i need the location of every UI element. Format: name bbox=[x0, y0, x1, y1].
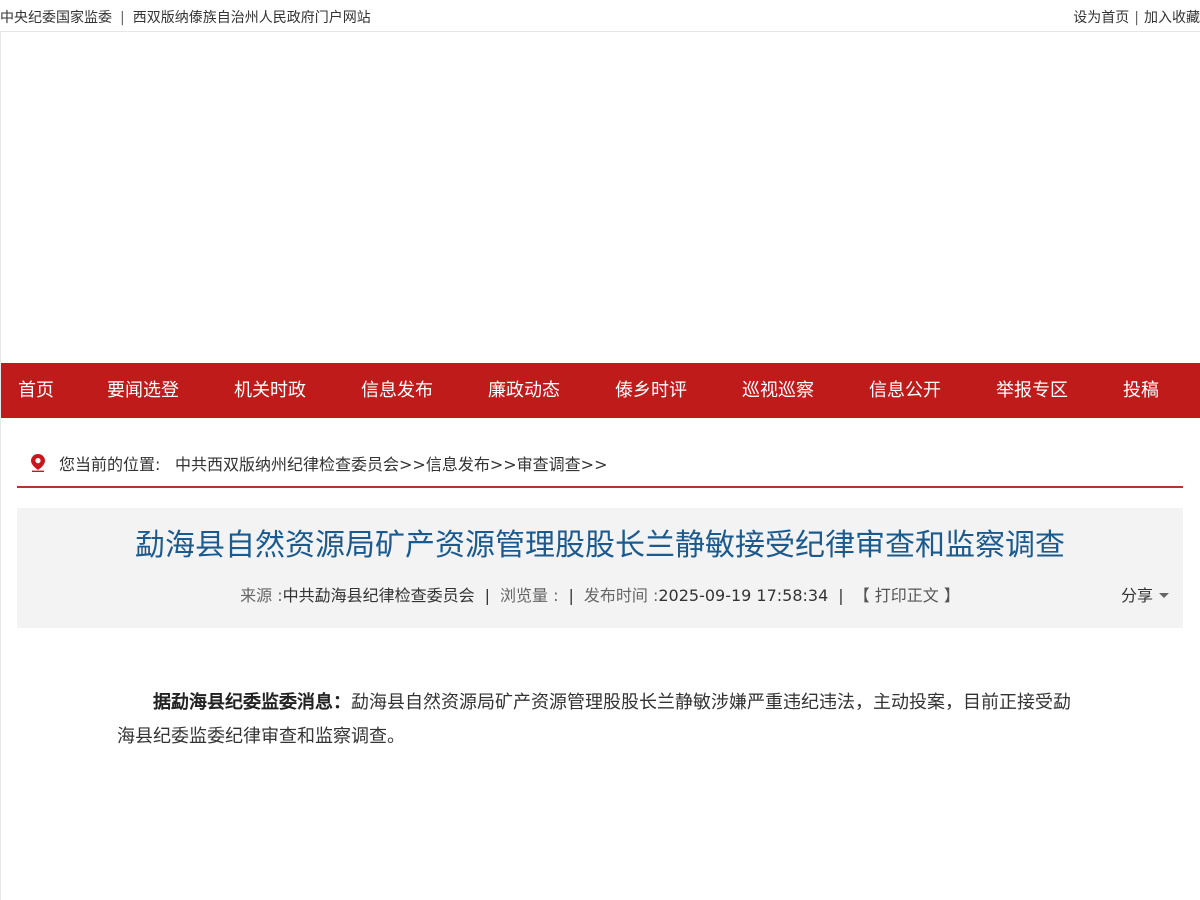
top-separator: | bbox=[120, 10, 125, 26]
breadcrumb-item-investigation[interactable]: 审查调查 bbox=[517, 455, 581, 474]
nav-item-affairs[interactable]: 机关时政 bbox=[234, 363, 306, 418]
breadcrumb-path: 中共西双版纳州纪律检查委员会>>信息发布>>审查调查>> bbox=[175, 451, 607, 475]
article-meta: 来源 :中共勐海县纪律检查委员会 | 浏览量 : | 发布时间 :2025-09-19 … bbox=[17, 582, 1183, 606]
top-bar: 中央纪委国家监委 | 西双版纳傣族自治州人民政府门户网站 设为首页 | 加入收藏 bbox=[0, 0, 1200, 32]
article-body: 据勐海县纪委监委消息：勐海县自然资源局矿产资源管理股股长兰静敏涉嫌严重违纪违法，… bbox=[117, 686, 1077, 754]
meta-separator: | bbox=[838, 586, 844, 605]
share-button[interactable]: 分享 bbox=[1121, 582, 1169, 606]
nav-item-disclosure[interactable]: 信息公开 bbox=[869, 363, 941, 418]
main-nav: 首页 要闻选登 机关时政 信息发布 廉政动态 傣乡时评 巡视巡察 信息公开 举报… bbox=[0, 363, 1200, 418]
set-home-link[interactable]: 设为首页 bbox=[1073, 10, 1129, 26]
meta-separator: | bbox=[568, 586, 574, 605]
breadcrumb-sep: >> bbox=[580, 455, 608, 474]
top-right-separator: | bbox=[1134, 10, 1139, 26]
source-value: 中共勐海县纪律检查委员会 bbox=[282, 586, 475, 605]
breadcrumb-item-info-release[interactable]: 信息发布 bbox=[426, 455, 490, 474]
add-favorite-link[interactable]: 加入收藏 bbox=[1144, 10, 1200, 26]
publish-time: 2025-09-19 17:58:34 bbox=[658, 586, 829, 605]
source-label: 来源 : bbox=[240, 586, 283, 605]
breadcrumb-sep: >> bbox=[399, 455, 426, 474]
article-title: 勐海县自然资源局矿产资源管理股股长兰静敏接受纪律审查和监察调查 bbox=[135, 528, 1065, 563]
article-header: 勐海县自然资源局矿产资源管理股股长兰静敏接受纪律审查和监察调查 来源 :中共勐海… bbox=[17, 508, 1183, 628]
nav-item-news[interactable]: 要闻选登 bbox=[107, 363, 179, 418]
share-label: 分享 bbox=[1120, 586, 1153, 605]
nav-item-report[interactable]: 举报专区 bbox=[996, 363, 1068, 418]
nav-item-integrity[interactable]: 廉政动态 bbox=[488, 363, 560, 418]
ccdi-link[interactable]: 中央纪委国家监委 bbox=[0, 10, 112, 26]
views-label: 浏览量 : bbox=[500, 586, 559, 605]
print-button[interactable]: 【 打印正文 】 bbox=[854, 586, 960, 605]
breadcrumb-sep: >> bbox=[489, 455, 517, 474]
nav-item-inspection[interactable]: 巡视巡察 bbox=[742, 363, 814, 418]
location-pin-icon bbox=[31, 454, 45, 472]
gov-portal-link[interactable]: 西双版纳傣族自治州人民政府门户网站 bbox=[133, 10, 371, 26]
publish-label: 发布时间 : bbox=[583, 586, 659, 605]
caret-down-icon bbox=[1159, 593, 1169, 598]
meta-separator: | bbox=[484, 586, 490, 605]
nav-item-home[interactable]: 首页 bbox=[18, 363, 54, 418]
banner-area bbox=[0, 32, 1200, 363]
top-links-right: 设为首页 | 加入收藏 bbox=[1073, 7, 1200, 27]
nav-item-submit[interactable]: 投稿 bbox=[1123, 363, 1159, 418]
breadcrumb: 您当前的位置: 中共西双版纳州纪律检查委员会>>信息发布>>审查调查>> bbox=[17, 438, 1183, 488]
page-left-border bbox=[0, 32, 1, 900]
top-links-left: 中央纪委国家监委 | 西双版纳傣族自治州人民政府门户网站 bbox=[0, 7, 371, 27]
body-lead: 据勐海县纪委监委消息： bbox=[153, 692, 351, 713]
nav-item-commentary[interactable]: 傣乡时评 bbox=[615, 363, 687, 418]
breadcrumb-item-commission[interactable]: 中共西双版纳州纪律检查委员会 bbox=[175, 455, 399, 474]
nav-item-info-release[interactable]: 信息发布 bbox=[361, 363, 433, 418]
breadcrumb-label: 您当前的位置: bbox=[59, 455, 161, 474]
